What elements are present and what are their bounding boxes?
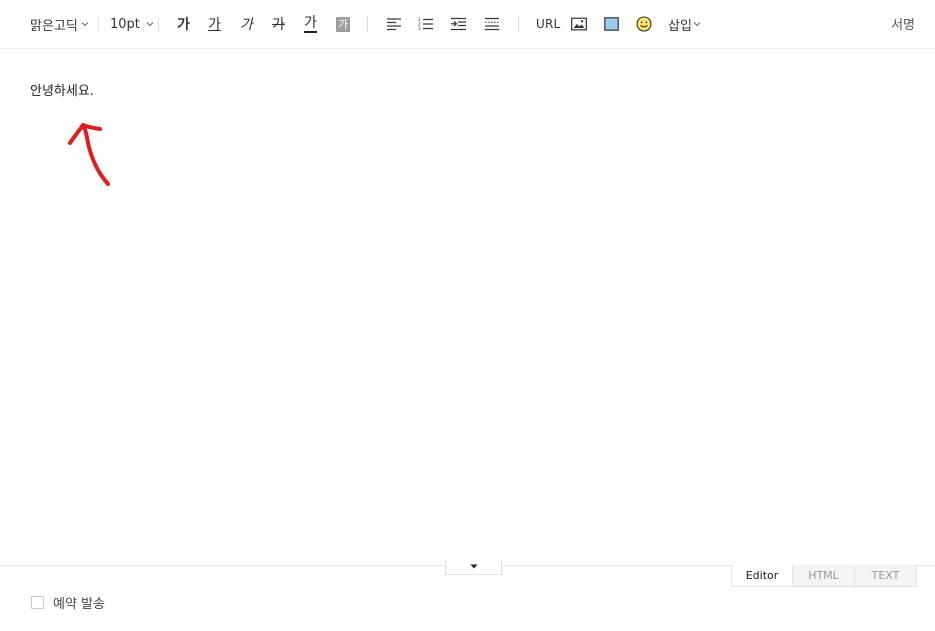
strikethrough-label: 가 xyxy=(272,17,285,33)
bold-button[interactable]: 가 xyxy=(177,14,190,34)
background-color-button[interactable]: 가 xyxy=(336,14,351,34)
background-color-label: 가 xyxy=(336,16,351,32)
indent-button[interactable] xyxy=(450,14,467,34)
underline-label: 가 xyxy=(208,17,221,33)
image-icon xyxy=(571,17,587,31)
strikethrough-button[interactable]: 가 xyxy=(272,14,285,34)
editor-toolbar: 맑은고딕 10pt 가 가 가 가 가 가 123 URL 삽입 서명 xyxy=(0,0,935,49)
scheduled-send-checkbox[interactable] xyxy=(31,596,44,609)
underline-button[interactable]: 가 xyxy=(208,14,221,34)
editor-content[interactable]: 안녕하세요. xyxy=(30,80,94,99)
horizontal-rule-icon xyxy=(485,17,499,31)
align-button[interactable] xyxy=(386,14,402,34)
smiley-icon xyxy=(636,16,652,32)
horizontal-rule-button[interactable] xyxy=(484,14,500,34)
chevron-down-icon xyxy=(693,22,701,27)
svg-text:3: 3 xyxy=(418,26,421,31)
caret-down-icon xyxy=(470,564,477,569)
italic-label: 가 xyxy=(240,17,253,33)
chevron-down-icon xyxy=(81,22,89,27)
font-family-select[interactable]: 맑은고딕 xyxy=(30,14,89,34)
toolbar-divider xyxy=(367,17,368,31)
emoticon-button[interactable] xyxy=(636,14,652,34)
font-size-select[interactable]: 10pt xyxy=(110,14,154,34)
box-icon xyxy=(604,17,619,31)
list-button[interactable]: 123 xyxy=(418,14,434,34)
box-button[interactable] xyxy=(604,14,619,34)
red-arrow-annotation xyxy=(68,123,110,186)
numbered-list-icon: 123 xyxy=(418,17,433,31)
indent-icon xyxy=(451,17,466,31)
insert-menu[interactable]: 삽입 xyxy=(668,14,701,34)
text-color-button[interactable]: 가 xyxy=(304,14,317,34)
insert-label: 삽입 xyxy=(668,18,692,34)
text-color-label: 가 xyxy=(304,14,317,33)
toolbar-divider xyxy=(518,17,519,31)
resize-toggle-button[interactable] xyxy=(445,559,502,575)
toolbar-divider xyxy=(158,17,159,31)
bold-label: 가 xyxy=(177,17,190,33)
font-size-value: 10pt xyxy=(110,16,140,32)
url-label: URL xyxy=(536,17,561,31)
image-button[interactable] xyxy=(571,14,587,34)
tab-html[interactable]: HTML xyxy=(793,565,855,587)
font-family-value: 맑은고딕 xyxy=(30,18,78,34)
tab-text[interactable]: TEXT xyxy=(855,565,917,587)
signature-button[interactable]: 서명 xyxy=(891,14,915,33)
chevron-down-icon xyxy=(146,22,154,27)
view-mode-tabs: Editor HTML TEXT xyxy=(731,565,917,587)
url-button[interactable]: URL xyxy=(536,14,560,34)
toolbar-divider xyxy=(98,17,99,31)
tab-editor[interactable]: Editor xyxy=(731,565,793,587)
scheduled-send-label: 예약 발송 xyxy=(53,597,105,612)
scheduled-send-option: 예약 발송 xyxy=(31,593,105,612)
italic-button[interactable]: 가 xyxy=(240,14,253,34)
align-left-icon xyxy=(387,18,401,31)
